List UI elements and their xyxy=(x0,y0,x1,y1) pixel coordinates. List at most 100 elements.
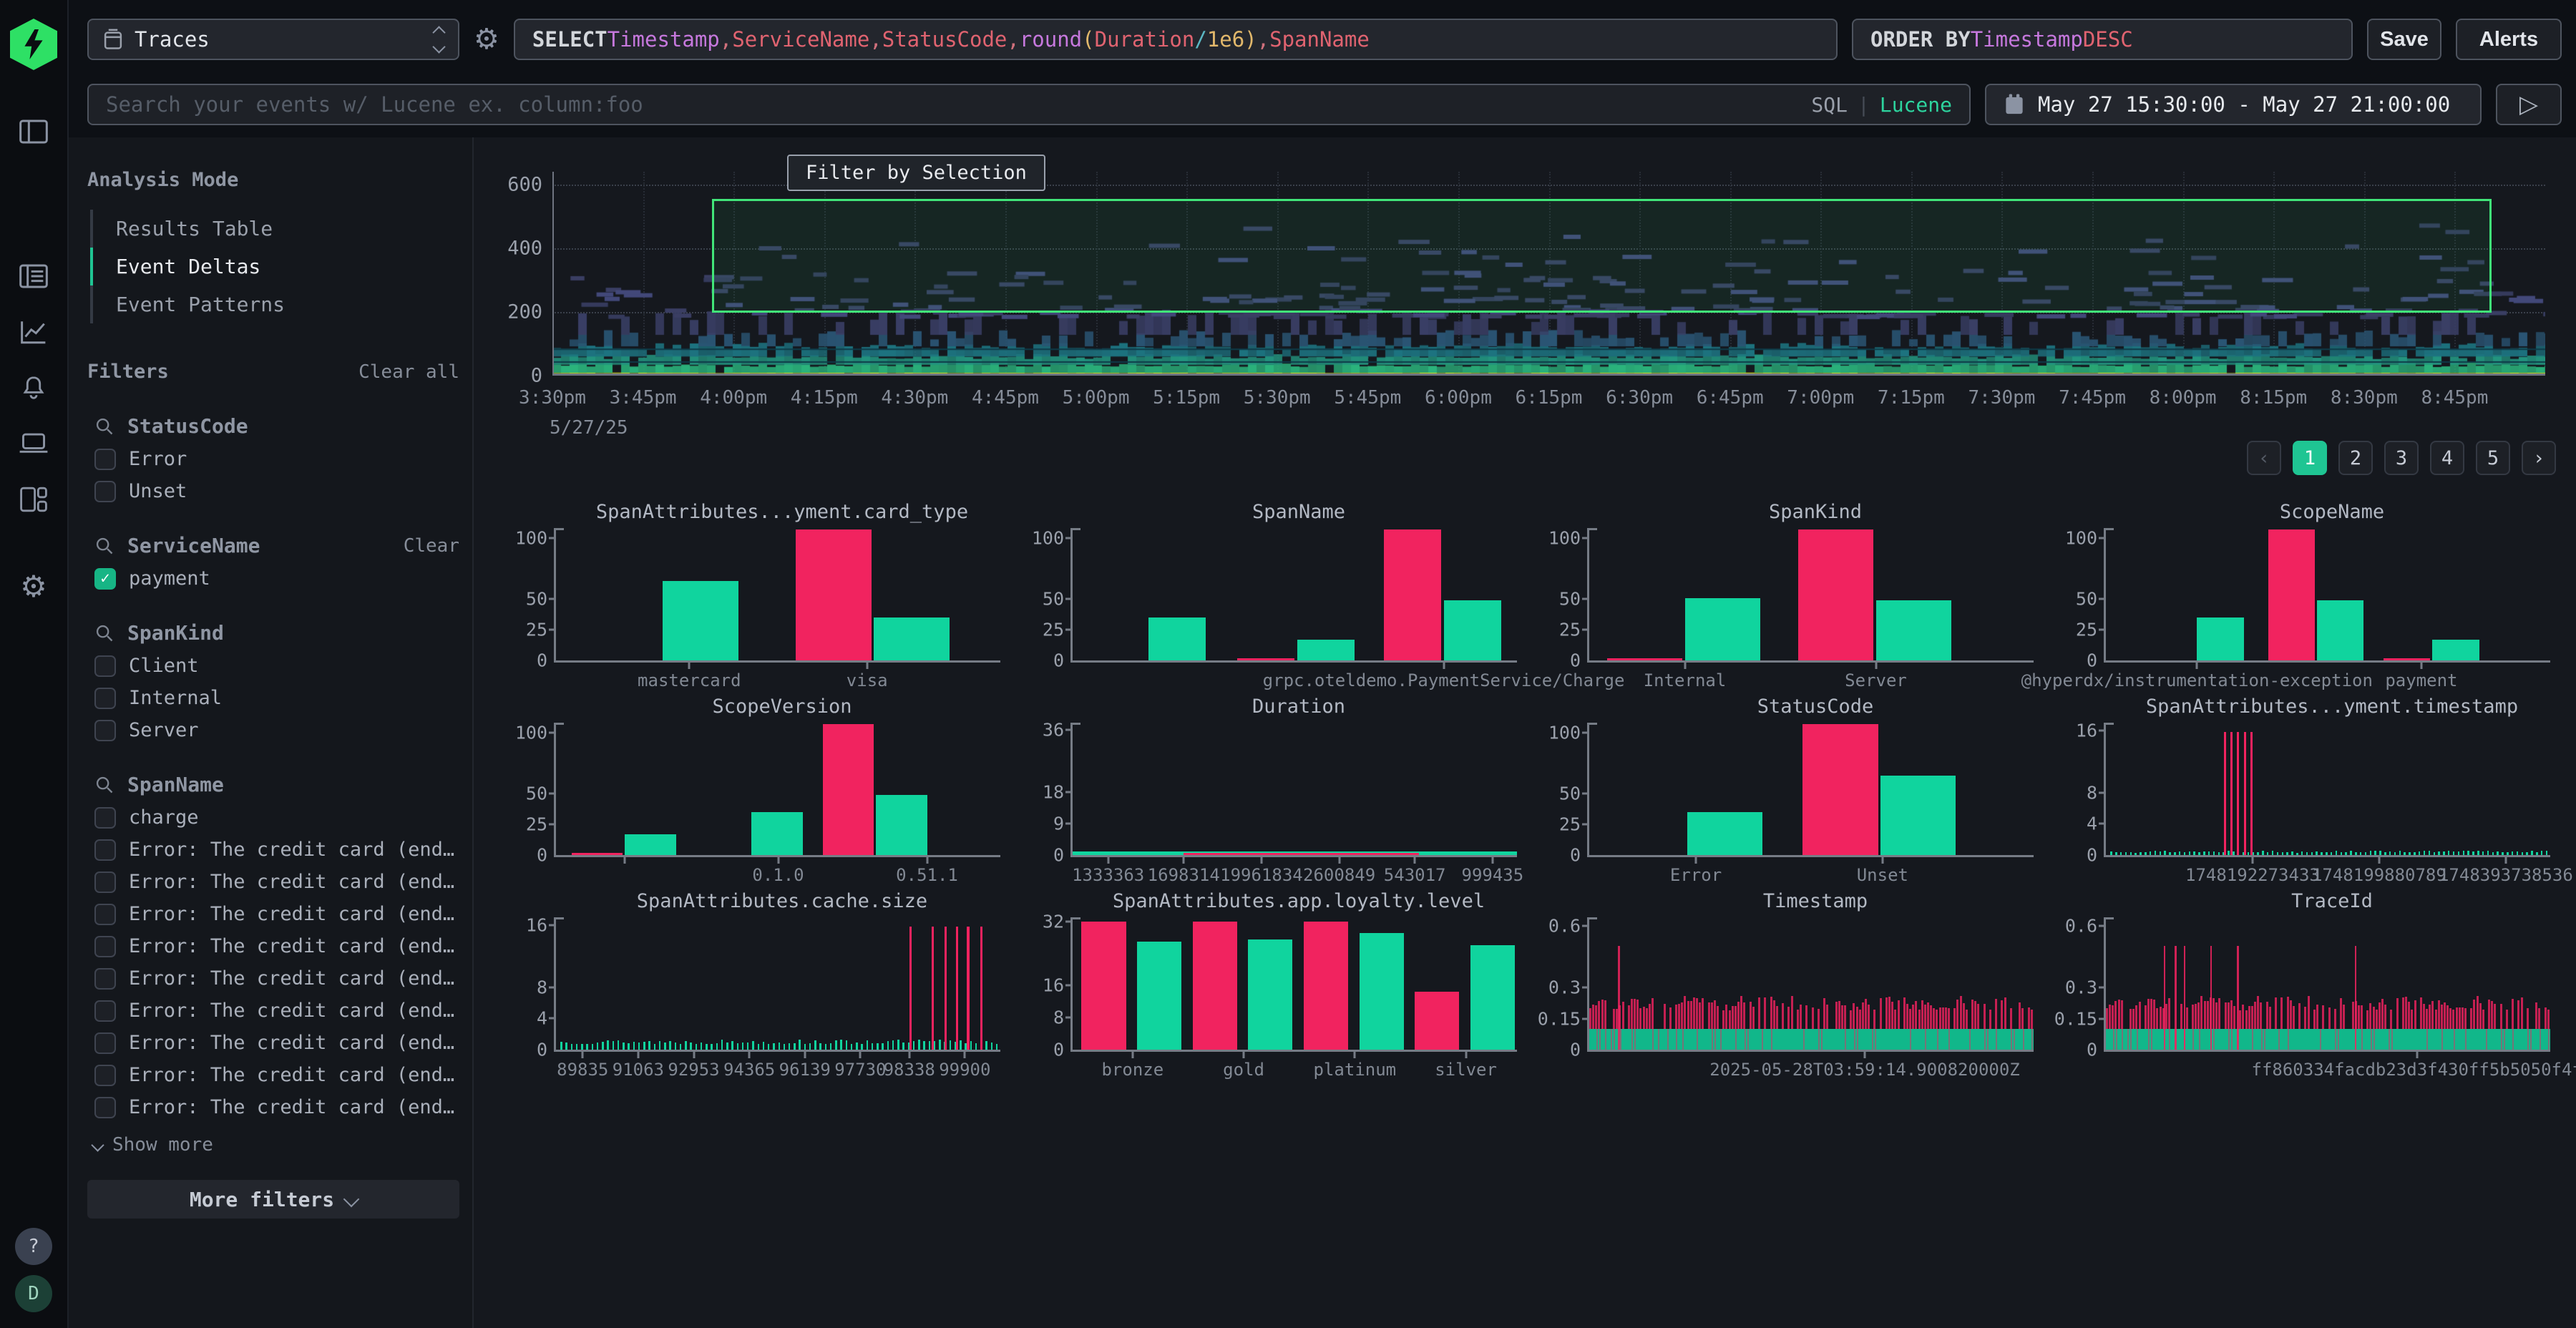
outlier-stripe[interactable] xyxy=(2449,1008,2451,1029)
checkbox-unchecked[interactable] xyxy=(94,720,116,741)
inlier-bar[interactable] xyxy=(685,1041,686,1050)
inlier-bar[interactable] xyxy=(897,1040,899,1050)
inlier-bar[interactable] xyxy=(2301,851,2303,855)
inlier-bar[interactable] xyxy=(2257,852,2258,855)
outlier-stripe[interactable] xyxy=(1722,1010,1724,1029)
outlier-stripe[interactable] xyxy=(2251,1006,2253,1029)
outlier-stripe[interactable] xyxy=(1948,1008,1950,1030)
inlier-bar[interactable] xyxy=(618,1040,619,1050)
inlier-bar[interactable] xyxy=(664,1043,665,1050)
outlier-stripe[interactable] xyxy=(2145,1005,2147,1029)
inlier-bar[interactable] xyxy=(628,1043,629,1050)
outlier-stripe[interactable] xyxy=(1865,999,1867,1029)
outlier-stripe[interactable] xyxy=(1773,1000,1775,1029)
outlier-stripe[interactable] xyxy=(1737,1002,1740,1029)
inlier-bar[interactable] xyxy=(2110,851,2112,855)
outlier-stripe[interactable] xyxy=(2506,1010,2508,1029)
outlier-stripe[interactable] xyxy=(1880,998,1882,1030)
checkbox-unchecked[interactable] xyxy=(94,688,116,709)
inlier-bar[interactable] xyxy=(2311,852,2313,855)
filter-option[interactable]: Error: The credit card (end… xyxy=(87,903,459,925)
outlier-stripe[interactable] xyxy=(1592,1005,1594,1029)
language-toggle-sql[interactable]: SQL xyxy=(1811,93,1848,117)
outlier-stripe[interactable] xyxy=(1687,1001,1689,1029)
inlier-bar[interactable] xyxy=(2179,851,2180,855)
outlier-bar[interactable] xyxy=(796,529,872,660)
inlier-bar[interactable] xyxy=(2321,852,2322,855)
filter-option[interactable]: Error: The credit card (end… xyxy=(87,1000,459,1022)
inlier-bar[interactable] xyxy=(2345,852,2346,855)
inlier-bar[interactable] xyxy=(2517,851,2518,855)
outlier-stripe[interactable] xyxy=(2031,1010,2033,1029)
inlier-bar[interactable] xyxy=(1360,933,1404,1050)
outlier-stripe[interactable] xyxy=(2308,996,2310,1029)
logo-bolt-icon[interactable] xyxy=(10,19,57,70)
outlier-bar[interactable] xyxy=(1384,529,1442,660)
outlier-stripe[interactable] xyxy=(2429,1005,2431,1029)
inlier-bar[interactable] xyxy=(2160,851,2161,855)
inlier-bar[interactable] xyxy=(789,1043,790,1050)
outlier-stripe[interactable] xyxy=(2147,999,2150,1029)
outlier-stripe[interactable] xyxy=(2028,1007,2030,1029)
outlier-stripe[interactable] xyxy=(1912,1005,1914,1029)
inlier-bar[interactable] xyxy=(2125,852,2127,855)
outlier-stripe[interactable] xyxy=(2212,998,2215,1029)
avatar[interactable]: D xyxy=(15,1275,52,1312)
outlier-stripe[interactable] xyxy=(2228,1002,2230,1029)
outlier-stripe[interactable] xyxy=(1977,1004,1979,1029)
outlier-stripe[interactable] xyxy=(2402,997,2404,1029)
inlier-bar[interactable] xyxy=(2526,852,2527,855)
outlier-stripe[interactable] xyxy=(1678,1004,1680,1029)
outlier-stripe[interactable] xyxy=(1915,1001,1917,1029)
outlier-stripe[interactable] xyxy=(2316,1005,2318,1029)
outlier-stripe[interactable] xyxy=(1711,1002,1713,1029)
outlier-stripe[interactable] xyxy=(1841,1005,1843,1029)
inlier-bar[interactable] xyxy=(2277,852,2278,855)
outlier-stripe[interactable] xyxy=(1989,1010,1991,1029)
outlier-stripe[interactable] xyxy=(2019,1002,2021,1029)
inlier-bar[interactable] xyxy=(2135,853,2136,855)
outlier-stripe[interactable] xyxy=(1601,1000,1604,1029)
inlier-bar[interactable] xyxy=(747,1043,748,1050)
outlier-stripe[interactable] xyxy=(2001,1000,2003,1029)
inlier-bar[interactable] xyxy=(2458,851,2459,855)
pagination-page-2[interactable]: 2 xyxy=(2338,441,2373,475)
outlier-stripe[interactable] xyxy=(2446,1005,2449,1029)
outlier-bar[interactable] xyxy=(2250,732,2253,855)
outlier-stripe[interactable] xyxy=(1675,1005,1677,1029)
inlier-bar[interactable] xyxy=(2541,851,2542,855)
inlier-bar[interactable] xyxy=(669,1041,670,1050)
inlier-bar[interactable] xyxy=(2262,851,2263,855)
outlier-stripe[interactable] xyxy=(2426,1009,2428,1029)
outlier-stripe[interactable] xyxy=(1856,1007,1858,1029)
filter-option[interactable]: ✓payment xyxy=(87,567,459,590)
outlier-bar[interactable] xyxy=(2384,658,2430,660)
outlier-bar[interactable] xyxy=(1081,922,1126,1050)
inlier-bar[interactable] xyxy=(680,1044,681,1050)
inlier-bar[interactable] xyxy=(773,1043,774,1050)
checkbox-unchecked[interactable] xyxy=(94,1065,116,1086)
outlier-bar[interactable] xyxy=(2224,732,2226,855)
outlier-stripe[interactable] xyxy=(1643,1007,1645,1029)
outlier-stripe[interactable] xyxy=(2153,1000,2155,1029)
outlier-bar[interactable] xyxy=(1802,724,1878,855)
inlier-bar[interactable] xyxy=(581,1044,582,1050)
inlier-bar[interactable] xyxy=(623,1043,624,1050)
outlier-stripe[interactable] xyxy=(2396,998,2399,1030)
outlier-stripe[interactable] xyxy=(2373,1007,2375,1029)
outlier-stripe[interactable] xyxy=(2521,997,2523,1029)
inlier-bar[interactable] xyxy=(1470,945,1515,1050)
outlier-stripe[interactable] xyxy=(1859,1010,1861,1029)
outlier-bar[interactable] xyxy=(1237,658,1295,660)
help-button[interactable]: ? xyxy=(15,1228,52,1265)
outlier-stripe[interactable] xyxy=(2021,1008,2024,1029)
inlier-bar[interactable] xyxy=(918,1040,919,1050)
outlier-stripe[interactable] xyxy=(1758,997,1760,1029)
outlier-stripe[interactable] xyxy=(2109,1005,2111,1029)
inlier-bar[interactable] xyxy=(659,1041,660,1050)
inlier-bar[interactable] xyxy=(2546,851,2547,855)
outlier-stripe[interactable] xyxy=(1764,997,1766,1029)
outlier-bar[interactable] xyxy=(967,927,969,1050)
inlier-bar[interactable] xyxy=(2291,851,2293,855)
outlier-stripe[interactable] xyxy=(2254,1002,2256,1029)
